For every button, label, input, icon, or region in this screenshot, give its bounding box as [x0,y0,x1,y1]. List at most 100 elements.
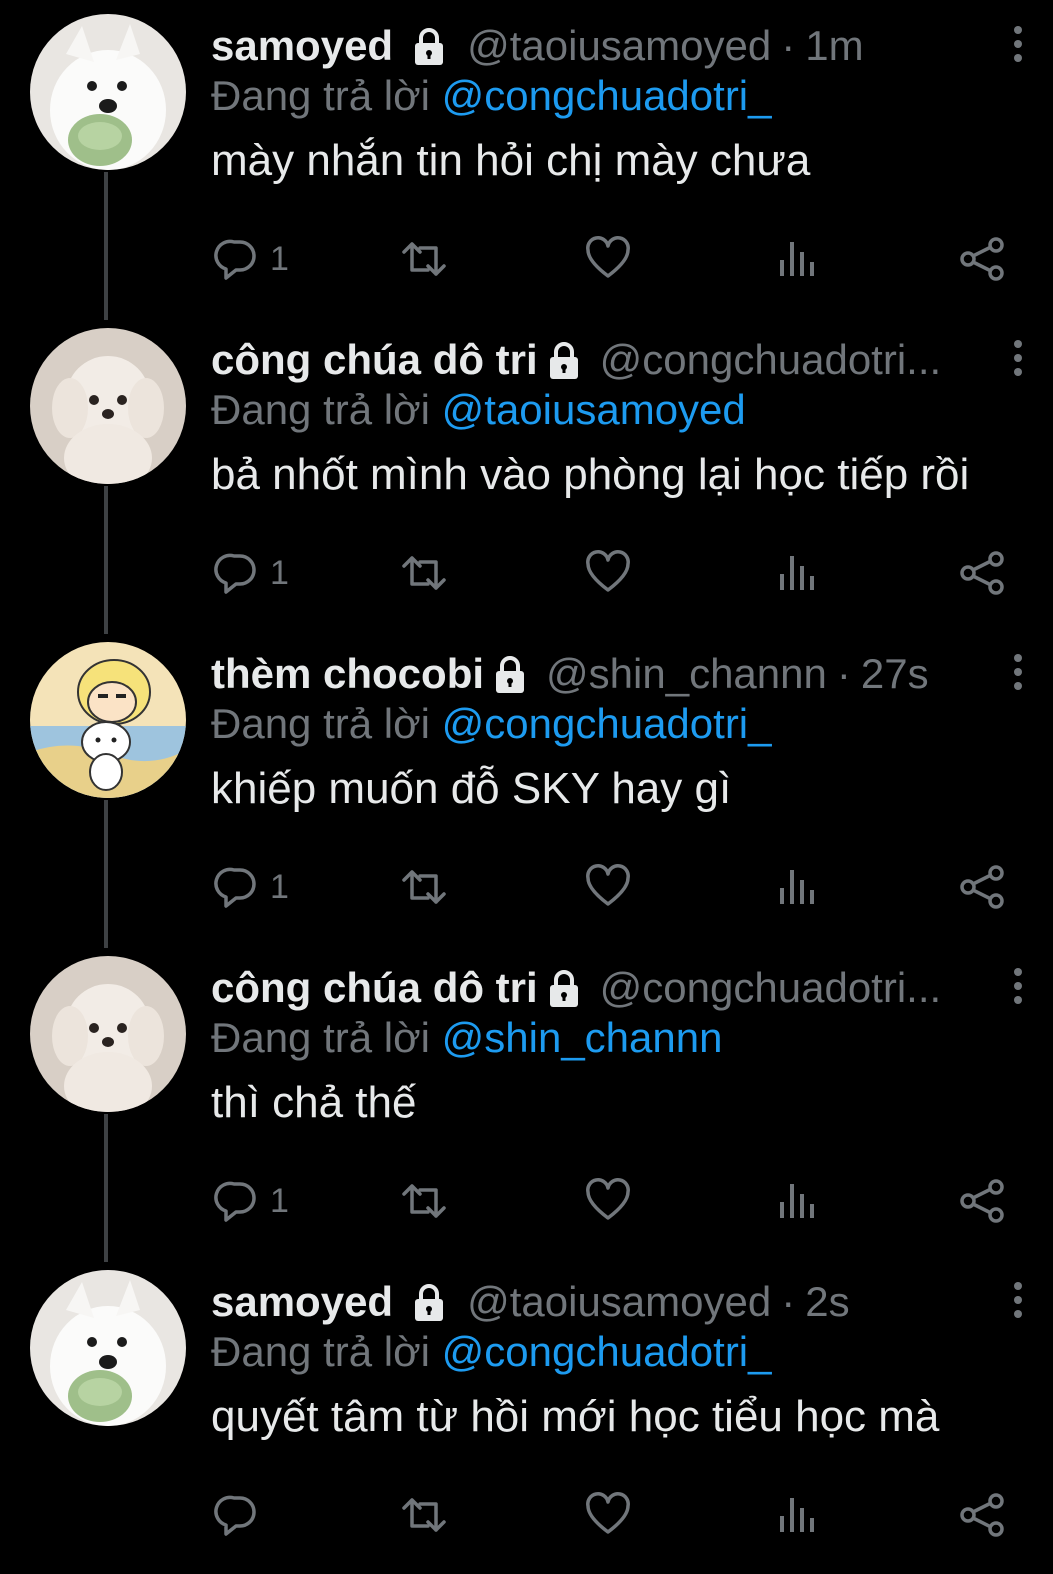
mention-link[interactable]: @congchuadotri_ [442,1328,772,1375]
timestamp[interactable]: 1m [805,22,863,70]
replying-prefix: Đang trả lời [211,72,442,119]
reply-icon [214,1181,256,1222]
reply-button[interactable]: 1 [214,224,289,294]
tweet[interactable]: samoyed @taoiusamoyed · 1m Đang trả lời … [0,4,1053,318]
mention-link[interactable]: @taoiusamoyed [442,386,746,433]
handle[interactable]: @taoiusamoyed [467,22,771,70]
display-name[interactable]: công chúa dô tri [211,336,538,384]
retweet-button[interactable] [398,852,450,922]
like-button[interactable] [584,538,632,608]
replying-prefix: Đang trả lời [211,1328,442,1375]
display-name[interactable]: samoyed [211,1278,393,1326]
separator: · [781,22,796,69]
handle[interactable]: @shin_channn [546,650,827,698]
action-bar: 1 [0,852,1053,922]
display-name[interactable]: samoyed [211,22,393,70]
display-name[interactable]: công chúa dô tri [211,964,538,1012]
tweet-header: công chúa dô tri @congchuadotri... [211,332,1001,388]
reply-count: 1 [270,239,289,278]
display-name[interactable]: thèm chocobi [211,650,484,698]
avatar[interactable] [30,1270,186,1426]
heart-icon [586,864,630,906]
replying-to: Đang trả lời @congchuadotri_ [211,700,772,748]
lock-icon [496,656,525,693]
mention-link[interactable]: @shin_channn [442,1014,723,1061]
more-options-icon[interactable] [1000,1272,1036,1332]
retweet-button[interactable] [398,538,450,608]
heart-icon [586,236,630,278]
mention-link[interactable]: @congchuadotri_ [442,72,772,119]
handle[interactable]: @congchuadotri... [600,964,942,1012]
like-button[interactable] [584,224,632,294]
tweet-text: quyết tâm từ hồi mới học tiểu học mà [211,1392,940,1441]
replying-to: Đang trả lời @taoiusamoyed [211,386,746,434]
more-options-icon[interactable] [1000,958,1036,1018]
avatar[interactable] [30,328,186,484]
views-button[interactable] [774,224,818,294]
timestamp[interactable]: 27s [861,650,929,698]
share-icon [960,237,1004,281]
reply-button[interactable] [214,1480,270,1550]
share-button[interactable] [958,1166,1006,1236]
retweet-button[interactable] [398,224,450,294]
share-button[interactable] [958,852,1006,922]
reply-icon [214,239,256,280]
separator: · [836,650,851,697]
reply-button[interactable]: 1 [214,1166,289,1236]
reply-count: 1 [270,867,289,906]
retweet-icon [402,242,446,276]
analytics-icon [780,1184,814,1218]
lock-icon [415,28,444,65]
lock-icon [549,342,578,379]
tweet[interactable]: thèm chocobi @shin_channn · 27s Đang trả… [0,632,1053,946]
heart-icon [586,1178,630,1220]
action-bar: 1 [0,1166,1053,1236]
replying-prefix: Đang trả lời [211,700,442,747]
retweet-button[interactable] [398,1480,450,1550]
like-button[interactable] [584,852,632,922]
reply-button[interactable]: 1 [214,852,289,922]
views-button[interactable] [774,538,818,608]
share-icon [960,551,1004,595]
replying-to: Đang trả lời @shin_channn [211,1014,722,1062]
more-options-icon[interactable] [1000,644,1036,704]
more-options-icon[interactable] [1000,330,1036,390]
tweet[interactable]: công chúa dô tri @congchuadotri... Đang … [0,318,1053,632]
tweet-header: samoyed @taoiusamoyed · 2s [211,1274,1001,1330]
replying-prefix: Đang trả lời [211,386,442,433]
views-button[interactable] [774,852,818,922]
reply-icon [214,1495,256,1536]
mention-link[interactable]: @congchuadotri_ [442,700,772,747]
views-button[interactable] [774,1166,818,1236]
handle[interactable]: @congchuadotri... [600,336,942,384]
reply-count: 1 [270,553,289,592]
like-button[interactable] [584,1480,632,1550]
reply-button[interactable]: 1 [214,538,289,608]
share-button[interactable] [958,1480,1006,1550]
tweet[interactable]: samoyed @taoiusamoyed · 2s Đang trả lời … [0,1260,1053,1574]
analytics-icon [780,242,814,276]
more-options-icon[interactable] [1000,16,1036,76]
timestamp[interactable]: 2s [805,1278,849,1326]
share-button[interactable] [958,538,1006,608]
tweet[interactable]: công chúa dô tri @congchuadotri... Đang … [0,946,1053,1260]
separator: · [781,1278,796,1325]
tweet-text: mày nhắn tin hỏi chị mày chưa [211,136,811,185]
tweet-text: thì chả thế [211,1078,417,1127]
share-button[interactable] [958,224,1006,294]
avatar[interactable] [30,14,186,170]
retweet-button[interactable] [398,1166,450,1236]
views-button[interactable] [774,1480,818,1550]
replying-to: Đang trả lời @congchuadotri_ [211,72,772,120]
handle[interactable]: @taoiusamoyed [467,1278,771,1326]
replying-prefix: Đang trả lời [211,1014,442,1061]
avatar[interactable] [30,956,186,1112]
analytics-icon [780,556,814,590]
share-icon [960,865,1004,909]
retweet-icon [402,1184,446,1218]
like-button[interactable] [584,1166,632,1236]
reply-count: 1 [270,1181,289,1220]
tweet-header: samoyed @taoiusamoyed · 1m [211,18,1001,74]
avatar[interactable] [30,642,186,798]
analytics-icon [780,1498,814,1532]
